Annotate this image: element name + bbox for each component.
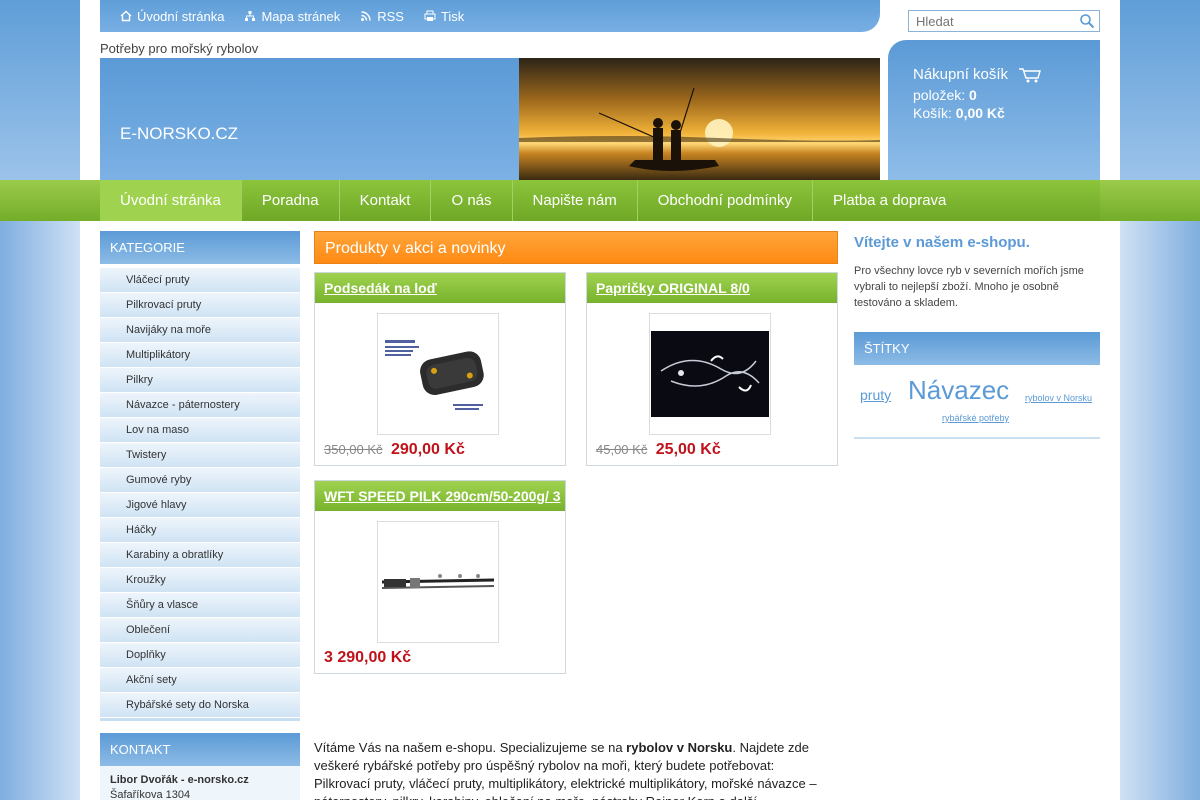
print-link[interactable]: Tisk xyxy=(424,9,464,24)
main-nav: Úvodní stránka Poradna Kontakt O nás Nap… xyxy=(100,180,1100,221)
cart-total-value: 0,00 Kč xyxy=(955,105,1005,121)
category-item[interactable]: Pilkry xyxy=(100,368,300,393)
nav-item-terms[interactable]: Obchodní podmínky xyxy=(638,180,813,221)
category-item[interactable]: Rybářské sety do Norska xyxy=(100,693,300,718)
category-item[interactable]: Doplňky xyxy=(100,643,300,668)
contact-heading: KONTAKT xyxy=(100,733,300,766)
contact-name: Libor Dvořák - e-norsko.cz xyxy=(110,774,249,786)
product-image[interactable] xyxy=(377,521,499,643)
tag-link[interactable]: rybolov v Norsku xyxy=(1025,393,1092,403)
category-item[interactable]: Twistery xyxy=(100,443,300,468)
nav-item-advice[interactable]: Poradna xyxy=(242,180,340,221)
category-heading: KATEGORIE xyxy=(100,231,300,264)
product-price: 3 290,00 Kč xyxy=(324,649,412,666)
nav-item-home[interactable]: Úvodní stránka xyxy=(100,180,242,221)
sitemap-link-label: Mapa stránek xyxy=(261,8,341,24)
nav-item-about[interactable]: O nás xyxy=(431,180,513,221)
category-list: Vláčecí pruty Pilkrovací pruty Navijáky … xyxy=(100,268,300,721)
tag-cloud: pruty Návazec rybolov v Norsku rybářské … xyxy=(854,365,1100,439)
top-links-bar: Úvodní stránka Mapa stránek RSS Tisk xyxy=(100,0,880,32)
search-box xyxy=(908,10,1100,32)
product-card: Papričky ORIGINAL 8/0 45,00 Kč 25,00 Kč xyxy=(586,272,838,466)
cart-items-count: 0 xyxy=(969,87,977,103)
product-old-price: 45,00 Kč xyxy=(596,442,648,457)
product-price: 290,00 Kč xyxy=(391,441,465,458)
cart-total-label: Košík: xyxy=(913,105,952,121)
cart-title[interactable]: Nákupní košík xyxy=(913,66,1008,83)
search-input[interactable] xyxy=(909,11,1069,31)
category-item[interactable]: Karabiny a obratlíky xyxy=(100,543,300,568)
contact-box: KONTAKT Libor Dvořák - e-norsko.cz Šafař… xyxy=(100,733,300,800)
product-title[interactable]: Podsedák na loď xyxy=(315,273,565,303)
category-item[interactable]: Navijáky na moře xyxy=(100,318,300,343)
product-card: Podsedák na loď 350,00 Kč 290,00 Kč xyxy=(314,272,566,466)
contact-street: Šafaříkova 1304 xyxy=(110,789,191,800)
category-item[interactable]: Vláčecí pruty xyxy=(100,268,300,293)
intro-text-part-1: Vítáme Vás na našem e-shopu. Specializuj… xyxy=(314,740,627,755)
product-image[interactable] xyxy=(377,313,499,435)
fishing-rod-image xyxy=(381,574,495,589)
home-icon xyxy=(120,10,132,22)
home-link[interactable]: Úvodní stránka xyxy=(120,9,224,24)
print-icon xyxy=(424,10,436,21)
rss-link-label: RSS xyxy=(377,8,404,24)
product-title[interactable]: WFT SPEED PILK 290cm/50-200g/ 3 xyxy=(315,481,565,511)
rss-link[interactable]: RSS xyxy=(360,9,404,24)
category-item[interactable]: Oblečení xyxy=(100,618,300,643)
tag-link[interactable]: rybářské potřeby xyxy=(942,413,1009,423)
hooks-image xyxy=(651,331,769,417)
tags-heading: ŠTÍTKY xyxy=(854,332,1100,365)
products-heading: Produkty v akci a novinky xyxy=(314,231,838,264)
tags-box: ŠTÍTKY pruty Návazec rybolov v Norsku ry… xyxy=(854,332,1100,439)
print-link-label: Tisk xyxy=(440,8,465,24)
nav-item-write-us[interactable]: Napište nám xyxy=(513,180,638,221)
product-old-price: 350,00 Kč xyxy=(324,442,383,457)
rss-icon xyxy=(361,11,371,21)
site-tagline: Potřeby pro mořský rybolov xyxy=(100,41,259,56)
category-item[interactable]: Návazce - páternostery xyxy=(100,393,300,418)
shopping-cart[interactable]: Nákupní košík položek: 0 Košík: 0,00 Kč xyxy=(888,40,1100,180)
tag-link[interactable]: pruty xyxy=(860,387,891,403)
sunset-fishing-photo xyxy=(519,58,880,180)
cart-items-label: položek: xyxy=(913,87,966,103)
product-title[interactable]: Papričky ORIGINAL 8/0 xyxy=(587,273,837,303)
welcome-title: Vítejte v našem e-shopu. xyxy=(854,234,1030,251)
seat-cushion-image xyxy=(383,334,493,414)
intro-text-highlight: rybolov v Norsku xyxy=(626,740,733,755)
category-item[interactable]: Kroužky xyxy=(100,568,300,593)
category-item[interactable]: Lov na maso xyxy=(100,418,300,443)
category-item[interactable]: Multiplikátory xyxy=(100,343,300,368)
category-item[interactable]: Šňůry a vlasce xyxy=(100,593,300,618)
category-item[interactable]: Akční sety xyxy=(100,668,300,693)
nav-item-contact[interactable]: Kontakt xyxy=(340,180,432,221)
sitemap-icon xyxy=(245,11,256,21)
nav-item-payment-shipping[interactable]: Platba a doprava xyxy=(813,180,966,221)
intro-text: Vítáme Vás na našem e-shopu. Specializuj… xyxy=(314,739,824,800)
welcome-text: Pro všechny lovce ryb v severních mořích… xyxy=(854,265,1084,309)
search-icon[interactable] xyxy=(1079,13,1095,29)
category-sidebar: KATEGORIE Vláčecí pruty Pilkrovací pruty… xyxy=(100,231,300,721)
category-item[interactable]: Háčky xyxy=(100,518,300,543)
welcome-box: Vítejte v našem e-shopu. Pro všechny lov… xyxy=(854,234,1100,311)
product-image[interactable] xyxy=(649,313,771,435)
product-card: WFT SPEED PILK 290cm/50-200g/ 3 3 290,00… xyxy=(314,480,566,674)
cart-icon xyxy=(1019,67,1041,82)
header-banner: E-NORSKO.CZ xyxy=(100,58,880,180)
category-item[interactable]: Gumové ryby xyxy=(100,468,300,493)
category-item[interactable]: Jigové hlavy xyxy=(100,493,300,518)
tag-link[interactable]: Návazec xyxy=(908,375,1009,406)
site-name[interactable]: E-NORSKO.CZ xyxy=(120,124,238,144)
sitemap-link[interactable]: Mapa stránek xyxy=(244,9,340,24)
home-link-label: Úvodní stránka xyxy=(137,8,225,24)
product-price: 25,00 Kč xyxy=(655,441,721,458)
category-item[interactable]: Pilkrovací pruty xyxy=(100,293,300,318)
